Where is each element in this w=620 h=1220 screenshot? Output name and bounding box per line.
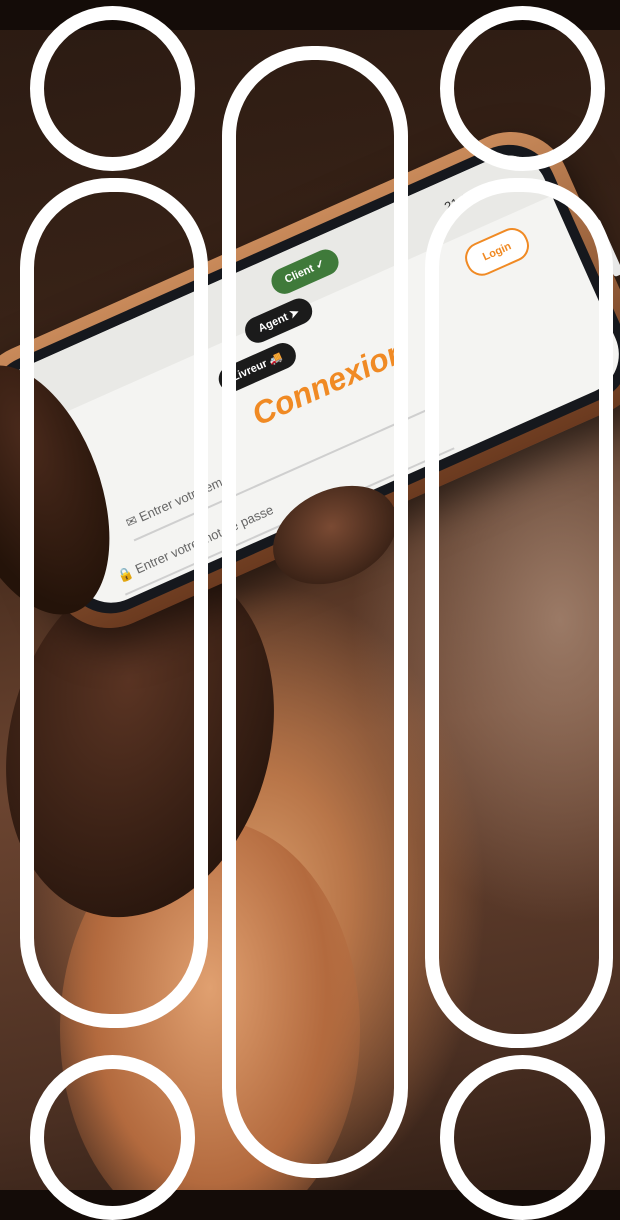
window-pill-center	[222, 46, 408, 1178]
window-pill-left	[20, 178, 208, 1028]
window-circle-bottom-right	[440, 1055, 605, 1220]
window-pill-right	[425, 178, 613, 1048]
window-circle-top-left	[30, 6, 195, 171]
photo-collage: 21:20 Login Client ✓ Agent ➤ Livreur 🚚 C…	[0, 0, 620, 1220]
window-circle-bottom-left	[30, 1055, 195, 1220]
window-circle-top-right	[440, 6, 605, 171]
